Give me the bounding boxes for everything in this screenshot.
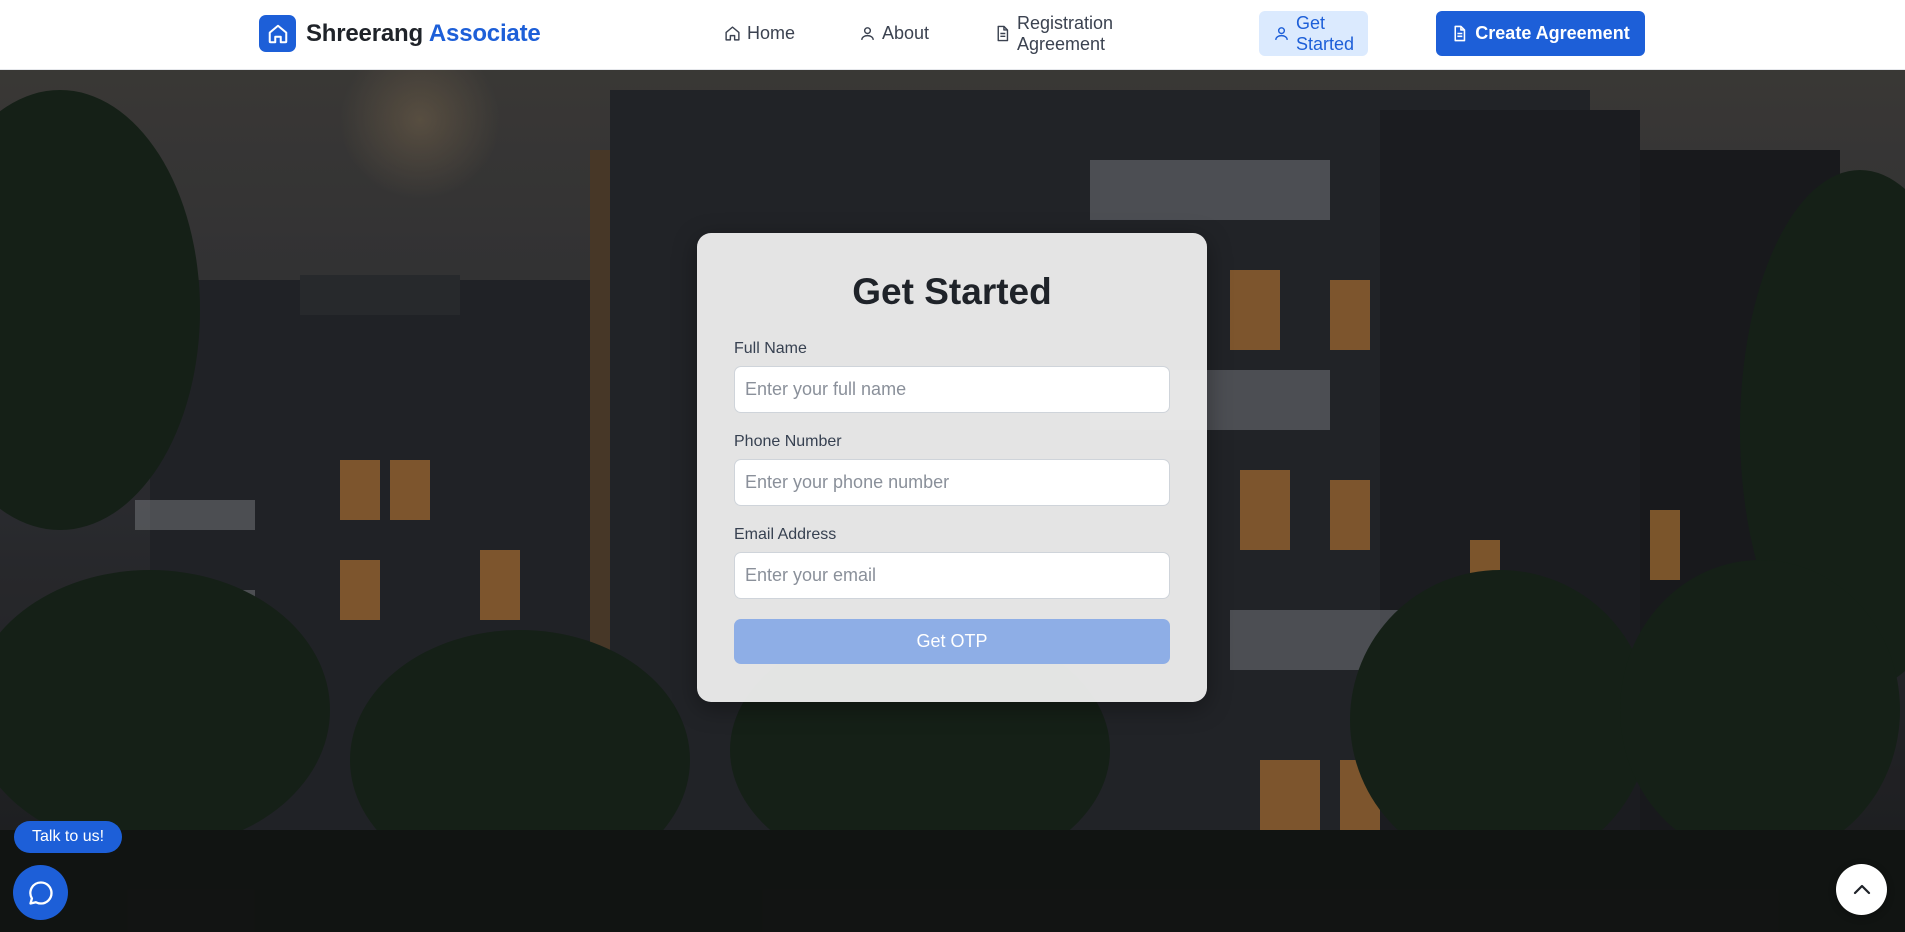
- document-icon: [997, 25, 1009, 42]
- nav-item-label: Get Started: [1296, 12, 1355, 54]
- nav-item-about[interactable]: About: [845, 11, 943, 56]
- get-otp-button[interactable]: Get OTP: [734, 619, 1170, 664]
- chat-bubble-icon: [28, 880, 53, 905]
- talk-to-us-badge[interactable]: Talk to us!: [14, 821, 123, 853]
- brand-name: Shreerang Associate: [306, 20, 541, 48]
- nav-item-label: Registration Agreement: [1017, 12, 1114, 54]
- nav-item-label: Home: [747, 23, 796, 43]
- nav-item-home[interactable]: Home: [710, 11, 809, 56]
- user-icon: [1275, 27, 1288, 40]
- top-navigation-bar: Shreerang Associate Home About Registrati…: [0, 0, 1905, 70]
- nav-item-registration-agreement[interactable]: Registration Agreement: [980, 11, 1127, 56]
- email-address-label: Email Address: [734, 526, 837, 543]
- page-title: Get Started: [852, 271, 1052, 312]
- phone-number-label: Phone Number: [734, 433, 842, 450]
- document-icon: [1454, 25, 1466, 42]
- chevron-up-icon: [1853, 884, 1870, 894]
- nav-item-label: About: [882, 23, 930, 43]
- chat-button[interactable]: [13, 865, 68, 920]
- full-name-input[interactable]: [734, 366, 1170, 413]
- scroll-to-top-button[interactable]: [1836, 864, 1887, 915]
- nav-item-get-started[interactable]: Get Started: [1259, 11, 1369, 56]
- create-agreement-label: Create Agreement: [1475, 23, 1630, 43]
- home-icon: [725, 26, 740, 41]
- get-started-card: Get Started Full Name Phone Number Email…: [697, 233, 1207, 702]
- full-name-label: Full Name: [734, 340, 807, 357]
- brand-logo-link[interactable]: Shreerang Associate: [259, 15, 541, 52]
- user-icon: [861, 27, 874, 40]
- brand-name-accent: Associate: [428, 19, 541, 47]
- create-agreement-button[interactable]: Create Agreement: [1436, 11, 1645, 56]
- email-input[interactable]: [734, 552, 1170, 599]
- phone-number-input[interactable]: [734, 459, 1170, 506]
- brand-name-primary: Shreerang: [306, 19, 423, 47]
- home-icon: [259, 15, 296, 52]
